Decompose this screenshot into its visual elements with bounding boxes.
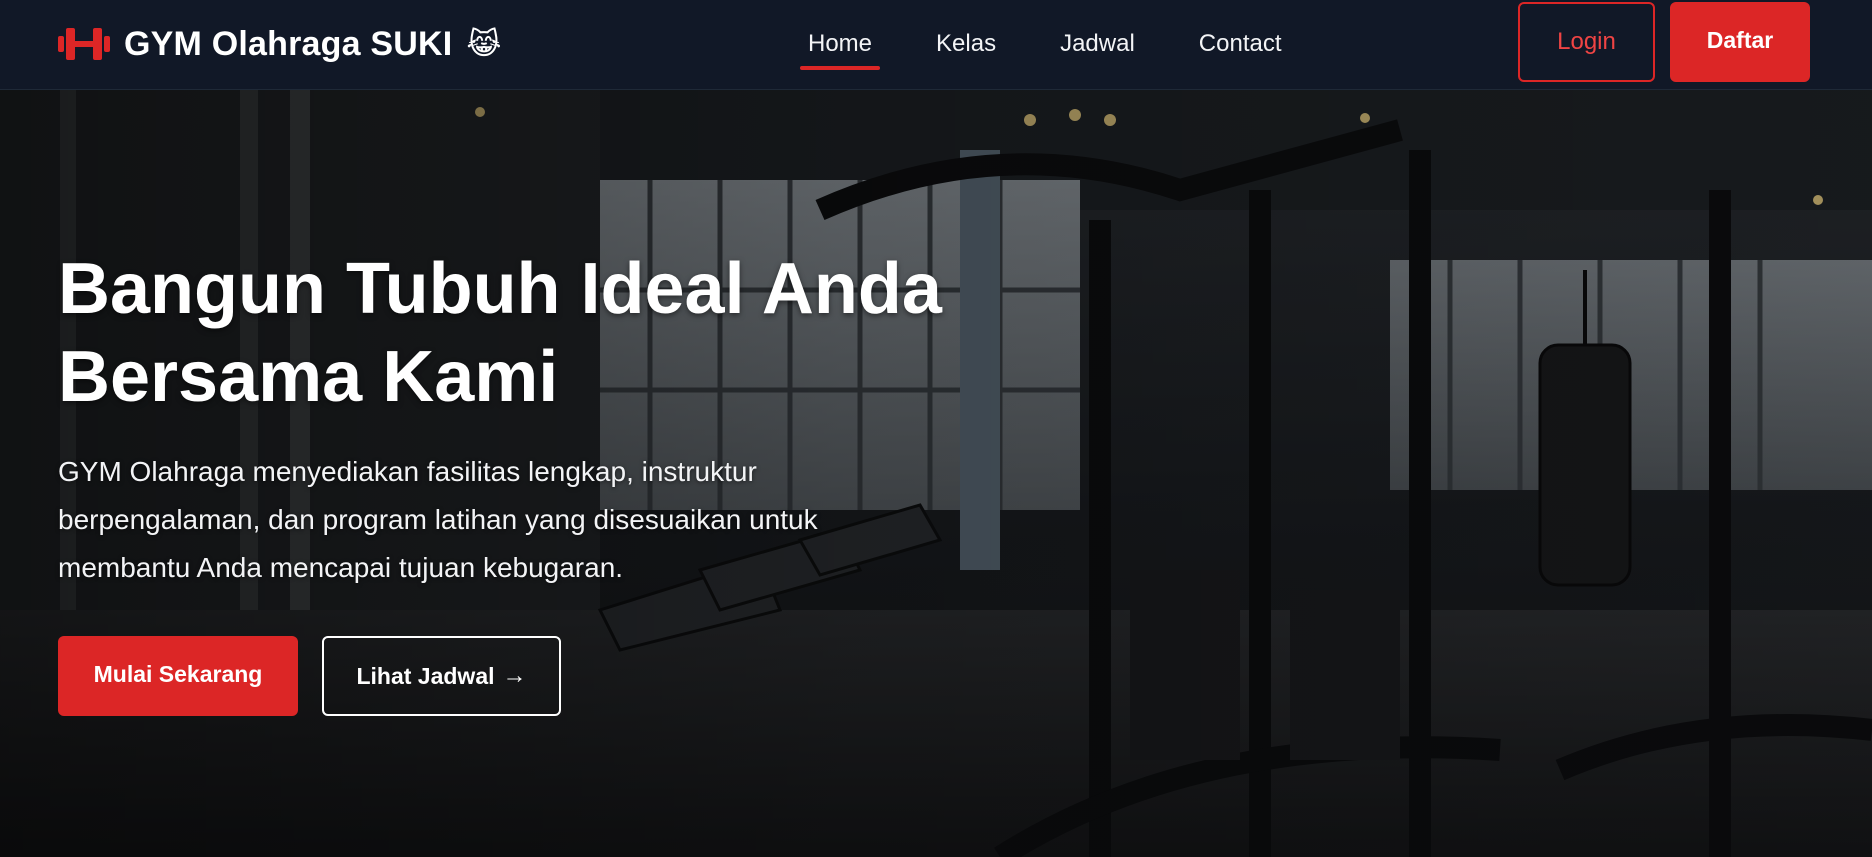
- nav-link-home[interactable]: Home: [800, 22, 881, 70]
- nav-link-contact[interactable]: Contact: [1191, 22, 1290, 70]
- nav-link-kelas[interactable]: Kelas: [928, 22, 1004, 70]
- arrow-right-icon: →: [502, 662, 527, 689]
- view-schedule-label: Lihat Jadwal: [356, 662, 495, 689]
- view-schedule-button[interactable]: Lihat Jadwal →: [322, 636, 561, 716]
- brand-logo[interactable]: GYM Olahraga SUKI 😹: [58, 22, 501, 66]
- hero-title-line-1: Bangun Tubuh Ideal Anda: [58, 249, 942, 329]
- brand-name: GYM Olahraga SUKI: [124, 24, 453, 63]
- start-now-button[interactable]: Mulai Sekarang: [58, 636, 298, 716]
- hero-desc-line-1: GYM Olahraga menyediakan fasilitas lengk…: [58, 456, 757, 487]
- dumbbell-icon: [58, 28, 110, 60]
- hero-description: GYM Olahraga menyediakan fasilitas lengk…: [58, 448, 938, 592]
- hero-section: Bangun Tubuh Ideal Anda Bersama Kami GYM…: [0, 90, 1872, 857]
- hero-title: Bangun Tubuh Ideal Anda Bersama Kami: [58, 245, 1058, 421]
- hero-desc-line-2: berpengalaman, dan program latihan yang …: [58, 504, 818, 535]
- login-button[interactable]: Login: [1518, 2, 1655, 82]
- hero-desc-line-3: membantu Anda mencapai tujuan kebugaran.: [58, 552, 624, 583]
- hero-title-line-2: Bersama Kami: [58, 337, 559, 417]
- register-button[interactable]: Daftar: [1670, 2, 1810, 82]
- cat-emoji-icon: 😹: [466, 27, 502, 61]
- navbar: GYM Olahraga SUKI 😹 Home Kelas Jadwal Co…: [0, 0, 1872, 90]
- nav-link-jadwal[interactable]: Jadwal: [1052, 22, 1143, 70]
- main-nav: Home Kelas Jadwal Contact: [800, 22, 1290, 70]
